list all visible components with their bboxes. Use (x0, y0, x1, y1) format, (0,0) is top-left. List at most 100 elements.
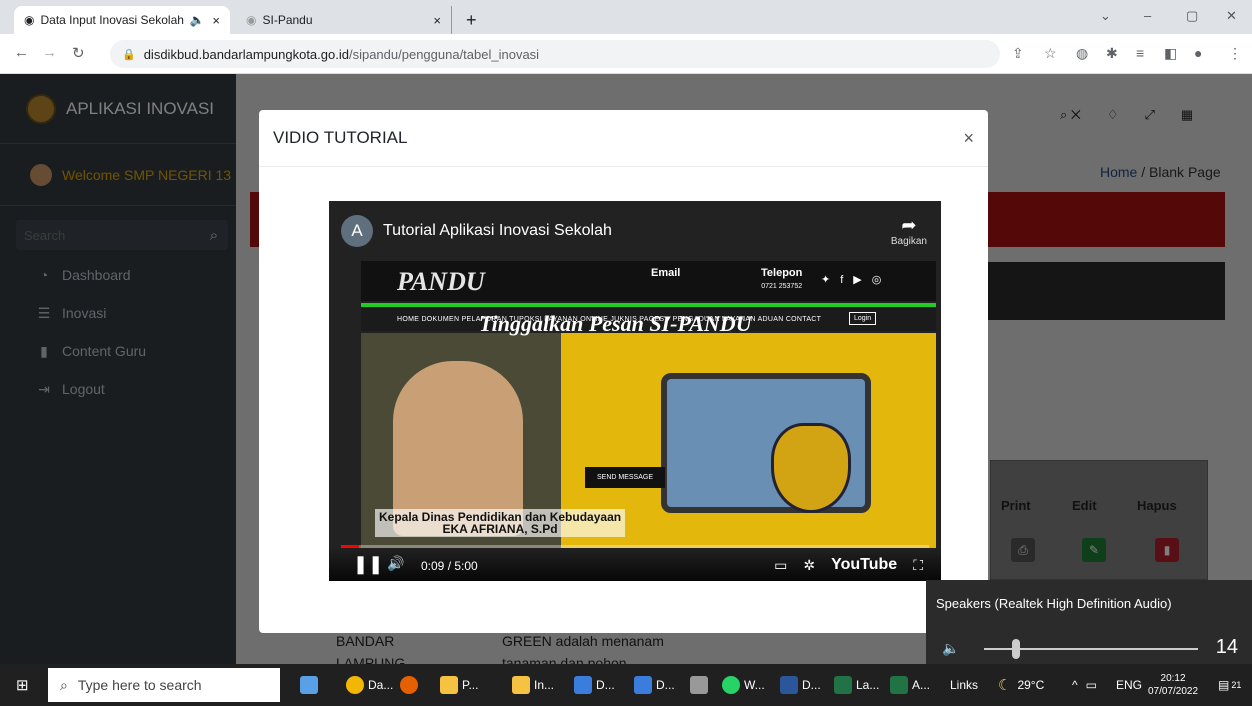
taskbar-app-download[interactable]: D... (634, 664, 675, 706)
social-icons: ✦f▶◎ (821, 274, 892, 286)
taskbar: ⊞ ⌕ Type here to search Da... P... In...… (0, 664, 1252, 706)
close-tab-icon[interactable]: × (433, 13, 441, 28)
forward-icon[interactable]: → (42, 44, 57, 61)
star-icon[interactable]: ☆ (1044, 45, 1057, 62)
folder-icon (512, 676, 530, 694)
youtube-player[interactable]: A Tutorial Aplikasi Inovasi Sekolah ➦ Ba… (329, 201, 941, 581)
youtube-logo[interactable]: YouTube (831, 556, 897, 574)
video-title-bar: A Tutorial Aplikasi Inovasi Sekolah (341, 215, 612, 247)
url-path: /sipandu/pengguna/tabel_inovasi (348, 46, 540, 62)
share-icon[interactable]: ⇪ (1012, 45, 1024, 62)
fullscreen-icon[interactable]: ⛶ (913, 557, 923, 574)
taskbar-app-network[interactable] (690, 664, 708, 706)
new-tab-button[interactable]: + (456, 6, 487, 34)
tab-title: SI-Pandu (262, 13, 313, 27)
video-title[interactable]: Tutorial Aplikasi Inovasi Sekolah (383, 222, 612, 240)
weather-widget-icon[interactable] (300, 664, 318, 706)
notification-center[interactable]: ▤ 21 (1218, 664, 1241, 706)
clock-time: 20:12 (1160, 673, 1186, 684)
download-icon (634, 676, 652, 694)
share-arrow-icon: ➦ (901, 215, 917, 235)
progress-fill (341, 545, 359, 548)
network-tray-icon: ▭ (1085, 678, 1097, 692)
moon-icon: ☾ (998, 677, 1012, 694)
volume-flyout: Speakers (Realtek High Definition Audio)… (926, 580, 1252, 664)
side-panel-icon[interactable]: ◧ (1164, 45, 1177, 62)
browser-tab-bar: ◉ Data Input Inovasi Sekolah 🔈 × ◉ SI-Pa… (0, 0, 1252, 34)
close-window-icon[interactable]: ✕ (1226, 8, 1237, 24)
audio-device-name[interactable]: Speakers (Realtek High Definition Audio) (936, 596, 1172, 611)
video-frame-site-header: PANDU Email Telepon 0721 253752 ✦f▶◎ (361, 261, 936, 301)
taskbar-app-label: P... (462, 678, 479, 692)
settings-icon[interactable]: ✲ (803, 557, 815, 574)
lock-icon: 🔒 (122, 48, 136, 61)
profile-icon[interactable]: ● (1194, 45, 1202, 61)
tab-data-input[interactable]: ◉ Data Input Inovasi Sekolah 🔈 × (14, 6, 230, 34)
taskbar-app-label: D... (802, 678, 821, 692)
search-icon: ⌕ (60, 676, 68, 693)
taskbar-app-excel[interactable]: A... (890, 664, 930, 706)
video-tutorial-modal: VIDIO TUTORIAL × A Tutorial Aplikasi Ino… (259, 110, 988, 633)
taskbar-app-folder[interactable]: P... (440, 664, 478, 706)
windows-start-icon[interactable]: ⊞ (16, 676, 29, 694)
speaker-icon[interactable]: 🔈 (190, 13, 205, 27)
speaker-icon[interactable]: 🔈 (942, 640, 959, 657)
taskbar-app-download[interactable]: D... (574, 664, 615, 706)
taskbar-app-word[interactable]: D... (780, 664, 821, 706)
tab-title: Data Input Inovasi Sekolah (40, 13, 184, 27)
folder-icon (440, 676, 458, 694)
whatsapp-icon (722, 676, 740, 694)
taskbar-app-chrome[interactable]: Da... (346, 664, 393, 706)
firefox-icon (400, 676, 418, 694)
tab-si-pandu[interactable]: ◉ SI-Pandu × (236, 6, 452, 34)
globe-icon: ◉ (246, 13, 257, 27)
site-logo: PANDU (397, 267, 485, 296)
weather-tray[interactable]: ☾ 29°C (998, 664, 1044, 706)
taskbar-app-excel[interactable]: La... (834, 664, 879, 706)
captions-icon[interactable]: ▭ (774, 557, 787, 574)
taskbar-app-label: W... (744, 678, 765, 692)
taskbar-search-placeholder: Type here to search (77, 677, 202, 693)
extension-globe-icon[interactable]: ◍ (1076, 45, 1088, 62)
language-indicator[interactable]: ENG (1116, 664, 1142, 706)
close-tab-icon[interactable]: × (212, 13, 220, 28)
taskbar-app-label: A... (912, 678, 931, 692)
clock[interactable]: 20:12 07/07/2022 (1148, 664, 1198, 706)
share-button[interactable]: ➦ Bagikan (891, 215, 927, 247)
site-phone-number: 0721 253752 (761, 283, 803, 290)
site-phone-title: Telepon (761, 267, 803, 279)
close-icon[interactable]: × (963, 128, 974, 149)
url-field[interactable]: 🔒 disdikbud.bandarlampungkota.go.id /sip… (110, 40, 1000, 68)
channel-avatar[interactable]: A (341, 215, 373, 247)
reload-icon[interactable]: ↻ (72, 44, 85, 62)
volume-icon[interactable]: 🔊 (387, 555, 404, 572)
menu-icon[interactable]: ⋮ (1228, 45, 1242, 62)
caption-line: EKA AFRIANA, S.Pd (442, 522, 558, 536)
volume-slider-thumb[interactable] (1012, 639, 1020, 659)
puzzle-icon[interactable]: ✱ (1106, 45, 1118, 62)
progress-bar[interactable] (341, 545, 929, 548)
back-icon[interactable]: ← (14, 44, 29, 61)
pause-icon[interactable]: ❚❚ (353, 554, 383, 575)
minimize-icon[interactable]: – (1144, 8, 1151, 23)
clock-date: 07/07/2022 (1148, 686, 1199, 697)
restore-icon[interactable]: ▢ (1186, 8, 1198, 24)
modal-title: VIDIO TUTORIAL (273, 128, 408, 147)
taskbar-app-firefox[interactable] (400, 664, 418, 706)
download-icon (574, 676, 592, 694)
excel-icon (834, 676, 852, 694)
globe-icon: ◉ (24, 13, 35, 27)
video-caption: Kepala Dinas Pendidikan dan Kebudayaan E… (375, 509, 626, 537)
system-tray-icons[interactable]: ^ ▭ (1072, 664, 1097, 706)
links-toolbar[interactable]: Links (950, 664, 978, 706)
taskbar-app-folder[interactable]: In... (512, 664, 554, 706)
hero-tagline: Tinggalkan Pesan SI-PANDU (479, 311, 752, 336)
taskbar-search[interactable]: ⌕ Type here to search (48, 668, 280, 702)
taskbar-app-label: D... (656, 678, 675, 692)
notification-icon: ▤ (1218, 678, 1230, 692)
chevron-down-icon[interactable]: ⌄ (1100, 8, 1111, 24)
reading-list-icon[interactable]: ≡ (1136, 45, 1144, 61)
url-host: disdikbud.bandarlampungkota.go.id (143, 46, 349, 62)
volume-level: 14 (1215, 636, 1238, 658)
taskbar-app-whatsapp[interactable]: W... (722, 664, 765, 706)
